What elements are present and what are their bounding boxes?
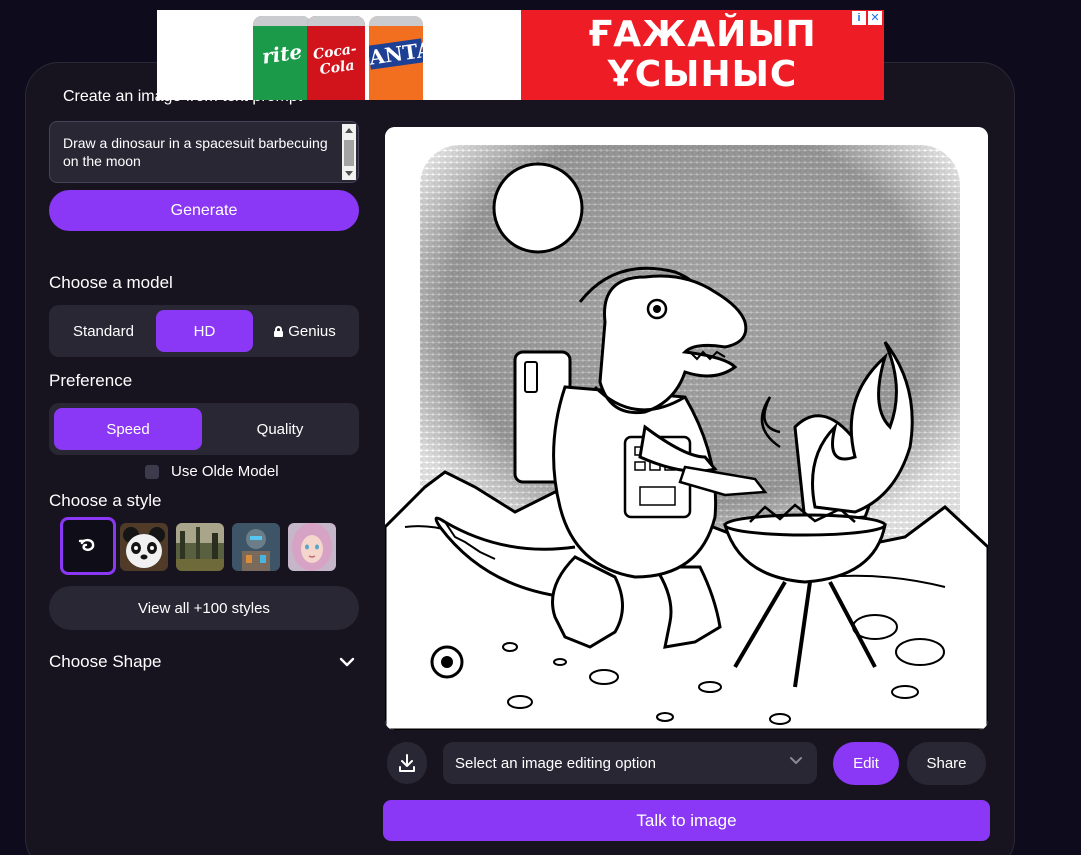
preference-speed[interactable]: Speed (54, 408, 202, 450)
edit-option-select[interactable]: Select an image editing option (443, 742, 817, 784)
shape-accordion[interactable]: Choose Shape (49, 650, 355, 674)
preference-selector: Speed Quality (49, 403, 359, 455)
style-robot[interactable] (232, 523, 280, 571)
ad-headline-line-1: ҒАЖАЙЫП (588, 14, 817, 55)
scroll-down-icon[interactable] (345, 171, 353, 176)
dinosaur-barbecue-illustration (385, 127, 988, 730)
panda-thumbnail (120, 523, 168, 571)
prompt-scrollbar[interactable] (342, 124, 356, 180)
old-model-label: Use Olde Model (171, 463, 279, 480)
generated-image[interactable] (385, 127, 988, 730)
coca-cola-can: Coca-Cola (307, 16, 365, 100)
style-forest[interactable] (176, 523, 224, 571)
top-strip (0, 0, 1081, 10)
preference-heading: Preference (49, 371, 133, 390)
chevron-down-icon[interactable] (339, 657, 355, 667)
old-model-checkbox[interactable] (145, 464, 159, 479)
share-button[interactable]: Share (907, 742, 986, 785)
lock-icon (274, 325, 284, 337)
view-all-styles-button[interactable]: View all +100 styles (49, 586, 359, 630)
ad-badges: i ✕ (852, 11, 882, 25)
ad-product-image[interactable]: rite Coca-Cola ANTA (157, 10, 521, 100)
forest-thumbnail (176, 523, 224, 571)
download-button[interactable] (387, 742, 427, 784)
no-style-icon (78, 538, 95, 551)
ad-headline-line-2: ҰСЫНЫС (607, 54, 798, 95)
sprite-can: rite (253, 16, 311, 100)
ad-headline[interactable]: ҒАЖАЙЫП ҰСЫНЫС (521, 10, 884, 100)
model-standard[interactable]: Standard (53, 310, 154, 352)
robot-thumbnail (232, 523, 280, 571)
model-hd[interactable]: HD (156, 310, 253, 352)
ad-close-icon[interactable]: ✕ (868, 11, 882, 25)
prompt-text: Draw a dinosaur in a spacesuit barbecuin… (63, 135, 328, 169)
model-heading: Choose a model (49, 273, 173, 292)
generate-button[interactable]: Generate (49, 190, 359, 231)
chevron-down-icon (790, 757, 802, 764)
scroll-thumb[interactable] (344, 140, 354, 166)
prompt-input[interactable]: Draw a dinosaur in a spacesuit barbecuin… (49, 121, 359, 183)
edit-button[interactable]: Edit (833, 742, 899, 785)
old-model-option[interactable]: Use Olde Model (145, 463, 279, 480)
style-none[interactable] (60, 517, 116, 575)
model-selector: Standard HD Genius (49, 305, 359, 357)
model-genius[interactable]: Genius (255, 310, 355, 352)
edit-option-placeholder: Select an image editing option (455, 754, 656, 772)
style-panda[interactable] (120, 523, 168, 571)
portrait-thumbnail (288, 523, 336, 571)
shape-heading: Choose Shape (49, 652, 162, 671)
style-portrait[interactable] (288, 523, 336, 571)
ad-banner[interactable]: rite Coca-Cola ANTA ҒАЖАЙЫП ҰСЫНЫС i ✕ (157, 10, 884, 100)
style-heading: Choose a style (49, 491, 162, 510)
talk-to-image-button[interactable]: Talk to image (383, 800, 990, 841)
scroll-up-icon[interactable] (345, 128, 353, 133)
download-icon (399, 754, 415, 772)
fanta-can: ANTA (369, 16, 423, 100)
ad-info-icon[interactable]: i (852, 11, 866, 25)
preference-quality[interactable]: Quality (205, 408, 355, 450)
